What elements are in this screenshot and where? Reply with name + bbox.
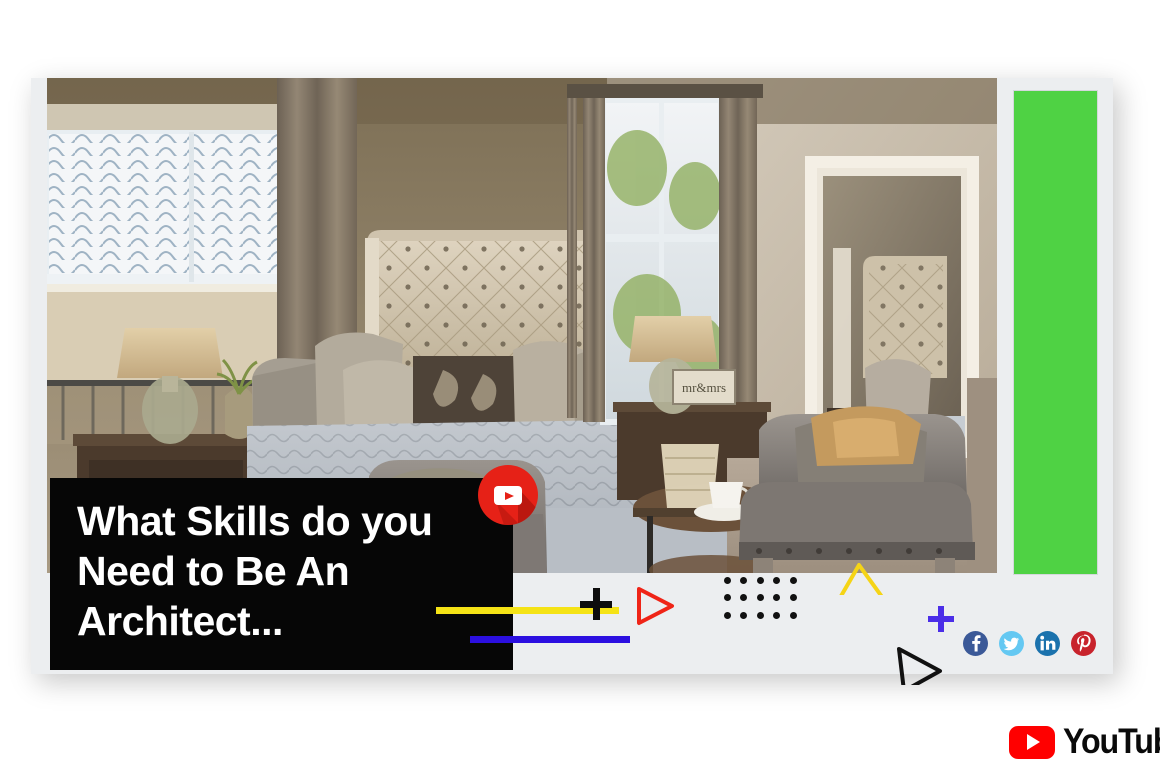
title-line-3: Architect... [77,598,283,644]
title-overlay: What Skills do you Need to Be An Archite… [50,478,513,670]
plus-icon [580,588,612,620]
twitter-icon[interactable] [999,631,1024,656]
title-line-2: Need to Be An [77,548,350,594]
dot-grid-pattern [724,577,806,629]
youtube-logo: YouTube [1009,722,1160,762]
plus-icon [928,606,954,632]
triangle-outline-icon [894,645,946,685]
green-placeholder-panel [1013,90,1098,575]
title-line-1: What Skills do you [77,498,433,544]
pinterest-icon[interactable] [1071,631,1096,656]
play-triangle-icon [634,586,676,626]
triangle-outline-icon [833,561,889,595]
youtube-wordmark: YouTube [1063,722,1160,761]
social-links [963,631,1096,656]
play-button-badge[interactable] [478,465,538,525]
svg-text:mr&mrs: mr&mrs [682,380,726,395]
youtube-play-icon [1009,725,1055,759]
linkedin-icon[interactable] [1035,631,1060,656]
page-title: What Skills do you Need to Be An Archite… [77,496,507,646]
screenshot-root: mr&mrs What Skills do you Need to Be An … [0,0,1160,772]
blue-accent-line [470,636,630,643]
facebook-icon[interactable] [963,631,988,656]
